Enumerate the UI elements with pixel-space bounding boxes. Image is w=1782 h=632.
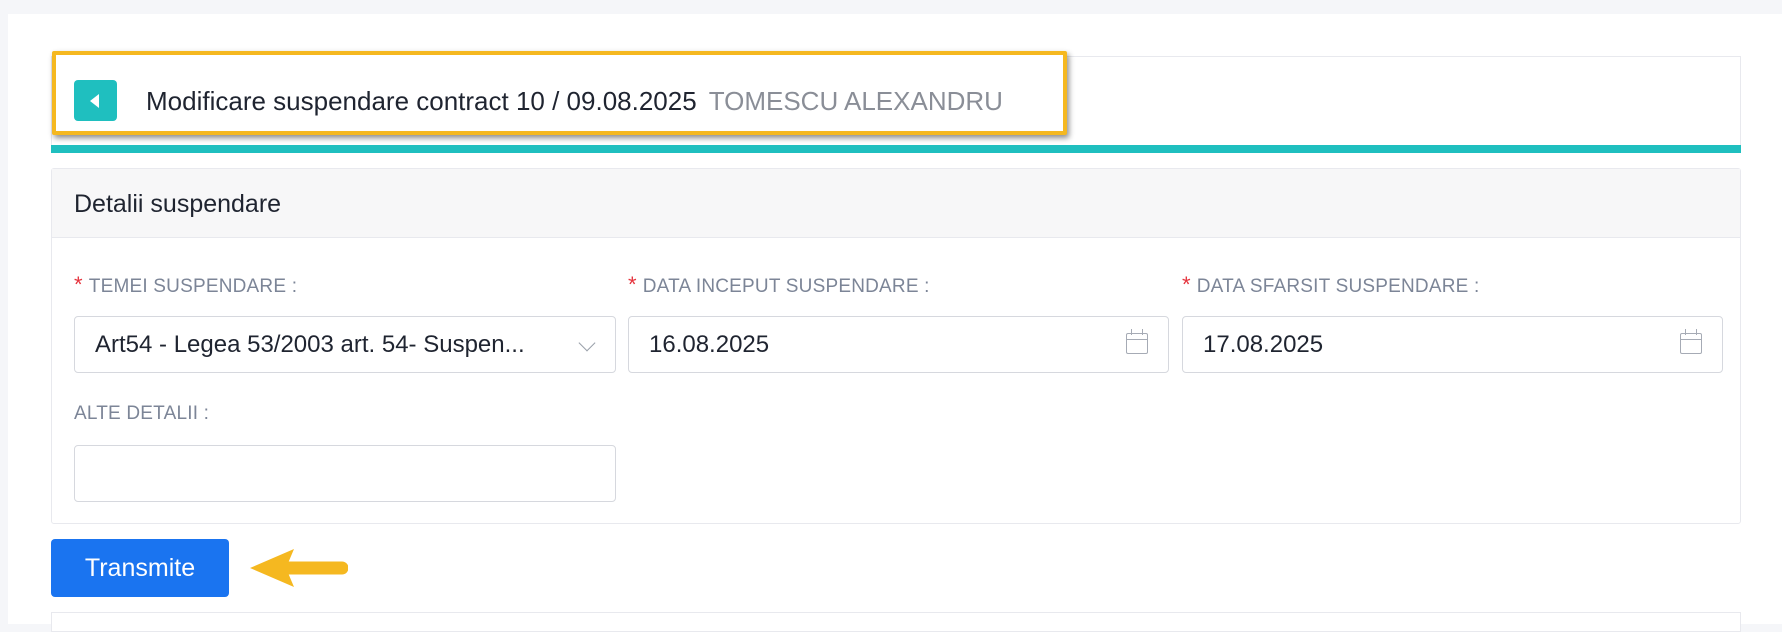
chevron-left-icon: [90, 93, 99, 108]
header-accent-bar: [51, 145, 1741, 153]
details-card: Detalii suspendare * TEMEI SUSPENDARE : A…: [51, 168, 1741, 524]
page-title: Modificare suspendare contract 10 / 09.0…: [146, 84, 1003, 118]
data-sfarsit-label: * DATA SFARSIT SUSPENDARE :: [1182, 273, 1479, 299]
temei-select[interactable]: Art54 - Legea 53/2003 art. 54- Suspen...: [74, 316, 616, 373]
back-button[interactable]: [74, 80, 117, 121]
data-inceput-label-text: DATA INCEPUT SUSPENDARE :: [642, 276, 930, 297]
data-sfarsit-input[interactable]: 17.08.2025: [1182, 316, 1723, 373]
calendar-icon[interactable]: [1680, 329, 1702, 354]
details-card-title: Detalii suspendare: [74, 190, 282, 218]
data-inceput-label: * DATA INCEPUT SUSPENDARE :: [628, 273, 930, 299]
temei-label: * TEMEI SUSPENDARE :: [74, 273, 297, 299]
details-card-header: Detalii suspendare: [52, 169, 1740, 238]
data-sfarsit-label-text: DATA SFARSIT SUSPENDARE :: [1196, 276, 1480, 297]
data-inceput-input[interactable]: 16.08.2025: [628, 316, 1169, 373]
alte-detalii-label: ALTE DETALII :: [74, 403, 210, 424]
alte-detalii-input[interactable]: [74, 445, 616, 502]
employee-name: TOMESCU ALEXANDRU: [708, 86, 1003, 116]
submit-button[interactable]: Transmite: [51, 539, 229, 597]
required-marker: *: [1182, 272, 1191, 297]
required-marker: *: [74, 272, 83, 297]
chevron-down-icon: [578, 334, 596, 352]
temei-label-text: TEMEI SUSPENDARE :: [88, 276, 298, 297]
page-title-text: Modificare suspendare contract 10 / 09.0…: [146, 86, 697, 116]
data-inceput-value: 16.08.2025: [649, 331, 770, 358]
temei-select-value: Art54 - Legea 53/2003 art. 54- Suspen...: [95, 331, 525, 358]
calendar-icon[interactable]: [1126, 329, 1148, 354]
data-sfarsit-value: 17.08.2025: [1203, 331, 1324, 358]
arrow-left-icon: [250, 549, 348, 587]
next-section-card: [51, 612, 1741, 632]
required-marker: *: [628, 272, 637, 297]
